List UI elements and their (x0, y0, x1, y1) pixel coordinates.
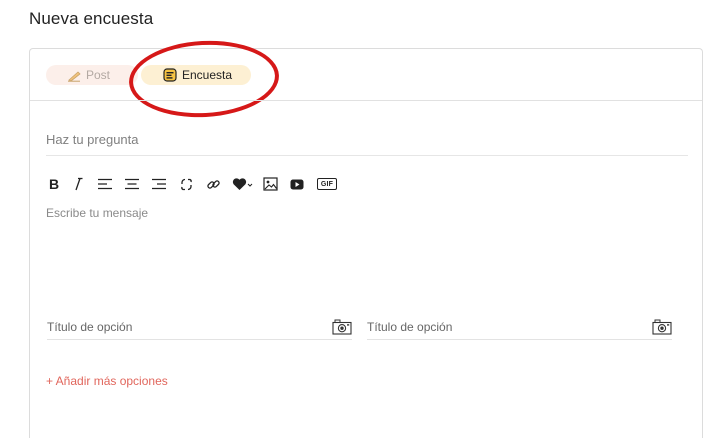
pencil-icon (66, 68, 82, 82)
add-options-link[interactable]: + Añadir más opciones (46, 374, 168, 388)
unlink-button[interactable] (178, 176, 194, 192)
question-input[interactable] (46, 130, 688, 156)
bold-button[interactable]: B (46, 176, 62, 192)
tab-survey-label: Encuesta (182, 68, 233, 82)
gif-badge: GIF (317, 178, 337, 190)
heart-dropdown-button[interactable] (232, 176, 254, 192)
link-button[interactable] (205, 176, 221, 192)
card-divider (30, 100, 702, 101)
tab-post-label: Post (86, 68, 111, 82)
survey-card: Post Encuesta B (29, 37, 703, 438)
page-title: Nueva encuesta (29, 9, 154, 28)
option-title-input[interactable] (47, 318, 307, 336)
align-left-button[interactable] (97, 176, 113, 192)
option-field-2 (367, 316, 672, 340)
tab-survey[interactable]: Encuesta (141, 65, 251, 85)
tab-post[interactable]: Post (46, 65, 138, 85)
survey-icon (162, 68, 178, 82)
gif-button[interactable]: GIF (316, 176, 338, 192)
italic-button[interactable] (70, 176, 86, 192)
align-right-button[interactable] (151, 176, 167, 192)
image-button[interactable] (262, 176, 278, 192)
camera-icon[interactable] (652, 319, 672, 335)
video-button[interactable] (289, 176, 305, 192)
message-input[interactable] (46, 206, 688, 296)
camera-icon[interactable] (332, 319, 352, 335)
editor-toolbar: B GIF (46, 176, 349, 192)
align-center-button[interactable] (124, 176, 140, 192)
option-field-1 (47, 316, 352, 340)
option-title-input[interactable] (367, 318, 627, 336)
